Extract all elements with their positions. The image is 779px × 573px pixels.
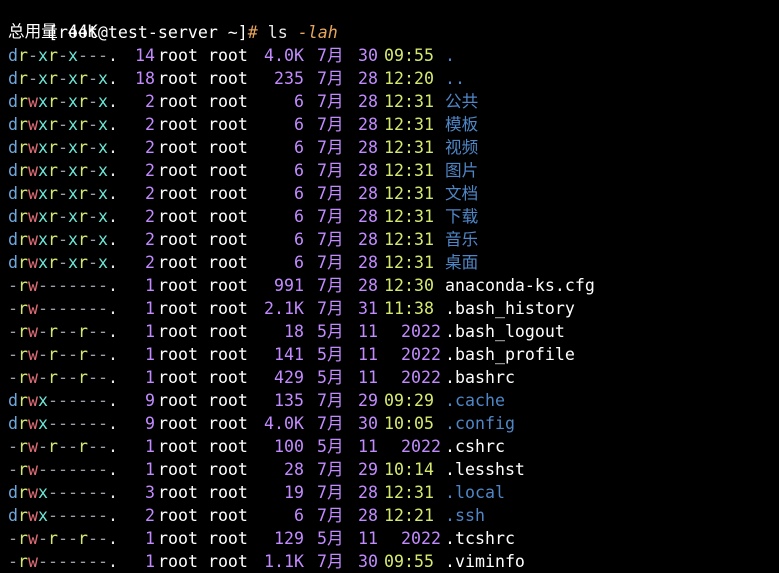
terminal-window[interactable]: [root@test-server ~]# ls -lah 总用量 44K dr…	[0, 0, 779, 571]
file-name: 公共	[445, 92, 479, 111]
mod-time: 12:31	[384, 92, 434, 111]
mod-time: 09:55	[384, 46, 434, 65]
mod-year: 2022	[401, 368, 441, 387]
listing-row: drwx------. 3 root root 19 7月 28 12:31 .local	[8, 481, 779, 504]
file-name: 图片	[445, 161, 479, 180]
mod-time: 12:21	[384, 506, 434, 525]
file-name: .ssh	[445, 506, 485, 525]
file-name: .bash_profile	[445, 345, 575, 364]
listing-row: drwxr-xr-x. 2 root root 6 7月 28 12:31 桌面	[8, 251, 779, 274]
mod-year: 2022	[401, 529, 441, 548]
file-name: .lesshst	[445, 460, 525, 479]
listing-row: -rw-r--r--. 1 root root 18 5月 11 2022 .bash_log…	[8, 320, 779, 343]
mod-day: 28	[358, 207, 378, 226]
mod-time: 12:31	[384, 207, 434, 226]
mod-time: 09:29	[384, 391, 434, 410]
listing-row: -rw-------. 1 root root 1.1K 7月 30 09:55 .vimin…	[8, 550, 779, 573]
listing-row: dr-xr-xr-x. 18 root root 235 7月 28 12:20..	[8, 67, 779, 90]
listing-row: -rw-------. 1 root root 2.1K 7月 31 11:38 .bash_…	[8, 297, 779, 320]
mod-time: 12:31	[384, 253, 434, 272]
mod-time: 12:31	[384, 230, 434, 249]
listing-row: drwxr-xr-x. 2 root root 6 7月 28 12:31 下载	[8, 205, 779, 228]
listing-row: -rw-r--r--. 1 root root 100 5月 11 2022 .cshrc	[8, 435, 779, 458]
mod-day: 30	[358, 414, 378, 433]
mod-day: 28	[358, 276, 378, 295]
mod-day: 28	[358, 69, 378, 88]
file-name: 音乐	[445, 230, 479, 249]
listing-row: drwxr-xr-x. 2 root root 6 7月 28 12:31 公共	[8, 90, 779, 113]
file-name: anaconda-ks.cfg	[445, 276, 595, 295]
listing-row: drwxr-xr-x. 2 root root 6 7月 28 12:31 文档	[8, 182, 779, 205]
listing-row: drwxr-xr-x. 2 root root 6 7月 28 12:31 视频	[8, 136, 779, 159]
mod-day: 28	[358, 184, 378, 203]
mod-day: 30	[358, 552, 378, 571]
mod-time: 10:05	[384, 414, 434, 433]
file-name: .viminfo	[445, 552, 525, 571]
mod-time: 12:31	[384, 115, 434, 134]
listing-row: drwxr-xr-x. 2 root root 6 7月 28 12:31 模板	[8, 113, 779, 136]
mod-day: 28	[358, 115, 378, 134]
file-name: .bash_logout	[445, 322, 565, 341]
mod-day: 29	[358, 460, 378, 479]
mod-day: 30	[358, 46, 378, 65]
mod-time: 12:31	[384, 184, 434, 203]
mod-time: 10:14	[384, 460, 434, 479]
mod-time: 12:31	[384, 161, 434, 180]
mod-time: 11:38	[384, 299, 434, 318]
file-name: .	[445, 46, 455, 65]
file-name: .bash_history	[445, 299, 575, 318]
listing-row: -rw-------. 1 root root 28 7月 29 10:14 .lesshst	[8, 458, 779, 481]
mod-year: 2022	[401, 345, 441, 364]
listing-row: drwx------. 2 root root 6 7月 28 12:21 .ssh	[8, 504, 779, 527]
shell-prompt-line: [root@test-server ~]# ls -lah	[8, 0, 779, 42]
file-name: .config	[445, 414, 515, 433]
listing-row: -rw-r--r--. 1 root root 129 5月 11 2022 .tcshrc	[8, 527, 779, 550]
mod-year: 2022	[401, 437, 441, 456]
listing-row: drwxr-xr-x. 2 root root 6 7月 28 12:31 图片	[8, 159, 779, 182]
mod-day: 28	[358, 138, 378, 157]
file-name: .cshrc	[445, 437, 505, 456]
mod-day: 28	[358, 230, 378, 249]
file-name: 下载	[445, 207, 479, 226]
mod-time: 12:31	[384, 138, 434, 157]
listing-row: -rw-------. 1 root root 991 7月 28 12:30 anacond…	[8, 274, 779, 297]
mod-day: 28	[358, 253, 378, 272]
file-name: .tcshrc	[445, 529, 515, 548]
listing-row: drwx------. 9 root root 135 7月 29 09:29 .cache	[8, 389, 779, 412]
listing-row: -rw-r--r--. 1 root root 141 5月 11 2022 .bash_pr…	[8, 343, 779, 366]
mod-day: 29	[358, 391, 378, 410]
mod-time: 12:31	[384, 483, 434, 502]
mod-day: 28	[358, 483, 378, 502]
mod-day: 28	[358, 506, 378, 525]
total-size-line: 总用量 44K	[8, 22, 98, 41]
mod-day: 28	[358, 92, 378, 111]
file-listing: dr-xr-x---. 14 root root 4.0K 7月 30 09:55. dr-x…	[8, 44, 779, 573]
file-name: .cache	[445, 391, 505, 410]
mod-time: 12:20	[384, 69, 434, 88]
mod-day: 28	[358, 161, 378, 180]
file-name: ..	[445, 69, 465, 88]
mod-time: 12:30	[384, 276, 434, 295]
mod-time: 09:55	[384, 552, 434, 571]
file-name: .bashrc	[445, 368, 515, 387]
mod-day: 31	[358, 299, 378, 318]
file-name: 文档	[445, 184, 479, 203]
file-name: 模板	[445, 115, 479, 134]
mod-year: 2022	[401, 322, 441, 341]
file-name: 视频	[445, 138, 479, 157]
file-name: 桌面	[445, 253, 479, 272]
listing-row: drwxr-xr-x. 2 root root 6 7月 28 12:31 音乐	[8, 228, 779, 251]
file-name: .local	[445, 483, 505, 502]
listing-row: -rw-r--r--. 1 root root 429 5月 11 2022 .bashrc	[8, 366, 779, 389]
listing-row: drwx------. 9 root root 4.0K 7月 30 10:05 .confi…	[8, 412, 779, 435]
listing-row: dr-xr-x---. 14 root root 4.0K 7月 30 09:55.	[8, 44, 779, 67]
